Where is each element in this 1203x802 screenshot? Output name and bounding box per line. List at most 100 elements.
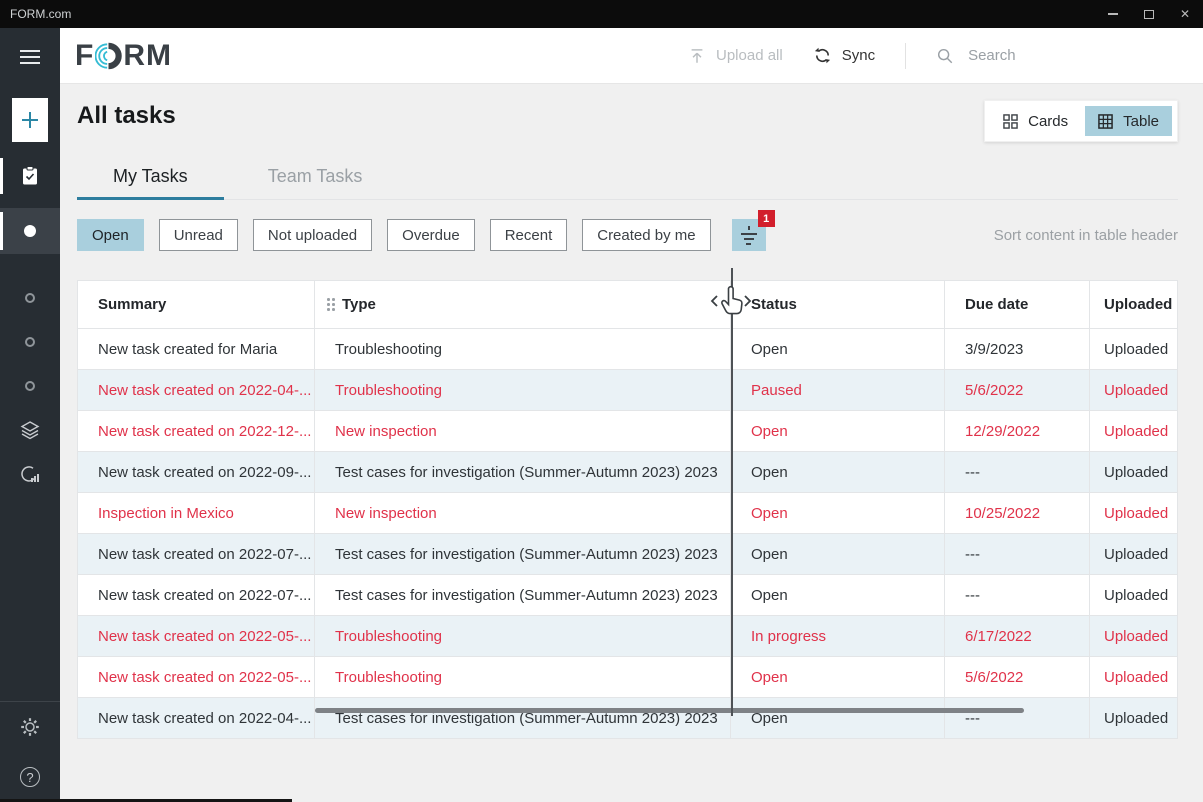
- cell-status: Open: [731, 329, 945, 369]
- active-indicator: [0, 212, 3, 250]
- cell-type: Troubleshooting: [315, 329, 731, 369]
- logo-text-right: RM: [123, 39, 172, 73]
- cell-due-date: 10/25/2022: [945, 493, 1090, 533]
- plus-icon: [20, 110, 40, 130]
- search-input[interactable]: Search: [936, 47, 1166, 65]
- circle-icon: [25, 293, 35, 303]
- upload-all-label: Upload all: [716, 47, 783, 64]
- cell-status: Open: [731, 411, 945, 451]
- circle-icon: [25, 381, 35, 391]
- sidebar-item-3[interactable]: [0, 364, 60, 408]
- cell-due-date: ---: [945, 698, 1090, 738]
- settings-button[interactable]: [0, 702, 60, 752]
- page-title: All tasks: [77, 102, 176, 130]
- filter-chip-not-uploaded[interactable]: Not uploaded: [253, 219, 372, 251]
- horizontal-scrollbar[interactable]: [315, 708, 1024, 713]
- sidebar-item-layers[interactable]: [0, 408, 60, 452]
- filter-chip-created-by-me[interactable]: Created by me: [582, 219, 710, 251]
- filter-chip-unread[interactable]: Unread: [159, 219, 238, 251]
- cell-due-date: 5/6/2022: [945, 657, 1090, 697]
- table-row[interactable]: New task created on 2022-04-...Test case…: [78, 697, 1177, 738]
- cell-type: New inspection: [315, 493, 731, 533]
- cell-uploaded: Uploaded: [1090, 534, 1177, 574]
- cell-status: Open: [731, 657, 945, 697]
- table-row[interactable]: New task created on 2022-07-...Test case…: [78, 574, 1177, 615]
- table-row[interactable]: New task created on 2022-09-...Test case…: [78, 451, 1177, 492]
- cell-summary: New task created on 2022-04-...: [78, 698, 315, 738]
- filter-chip-overdue[interactable]: Overdue: [387, 219, 475, 251]
- circle-icon: [25, 337, 35, 347]
- table-row[interactable]: New task created on 2022-07-...Test case…: [78, 533, 1177, 574]
- maximize-icon: [1144, 10, 1154, 19]
- cell-type: Test cases for investigation (Summer-Aut…: [315, 534, 731, 574]
- table-label: Table: [1123, 113, 1159, 130]
- cell-summary: New task created for Maria: [78, 329, 315, 369]
- column-header-status[interactable]: Status: [731, 281, 945, 328]
- menu-button[interactable]: [14, 44, 46, 70]
- cell-summary: New task created on 2022-05-...: [78, 616, 315, 656]
- table-row[interactable]: New task created on 2022-05-...Troublesh…: [78, 656, 1177, 697]
- search-icon: [936, 47, 954, 65]
- table-row[interactable]: New task created on 2022-12-...New inspe…: [78, 410, 1177, 451]
- active-indicator: [0, 158, 3, 194]
- cell-type: Troubleshooting: [315, 370, 731, 410]
- filter-chip-open[interactable]: Open: [77, 219, 144, 251]
- help-button[interactable]: ?: [0, 752, 60, 802]
- filter-chip-recent[interactable]: Recent: [490, 219, 568, 251]
- column-header-due-date[interactable]: Due date: [945, 281, 1090, 328]
- column-header-uploaded[interactable]: Uploaded: [1090, 281, 1177, 328]
- add-task-button[interactable]: [12, 98, 48, 142]
- close-button[interactable]: ✕: [1167, 0, 1203, 28]
- cell-type: Test cases for investigation (Summer-Aut…: [315, 698, 731, 738]
- help-icon: ?: [20, 767, 40, 787]
- sidebar: ?: [0, 28, 60, 802]
- view-toggle: Cards Table: [984, 100, 1178, 142]
- table-icon: [1098, 114, 1113, 129]
- main-content: All tasks Cards: [60, 84, 1203, 802]
- sidebar-item-1[interactable]: [0, 276, 60, 320]
- upload-icon: [688, 47, 706, 65]
- column-resize-guide: [731, 268, 733, 716]
- minimize-button[interactable]: [1095, 0, 1131, 28]
- filter-row: Open Unread Not uploaded Overdue Recent Creat…: [77, 219, 1178, 251]
- sync-button[interactable]: Sync: [813, 46, 875, 65]
- table-row[interactable]: Inspection in MexicoNew inspectionOpen10…: [78, 492, 1177, 533]
- gear-icon: [19, 716, 41, 738]
- table-row[interactable]: New task created on 2022-04-...Troublesh…: [78, 369, 1177, 410]
- sidebar-item-current-task[interactable]: [0, 208, 60, 254]
- sidebar-item-2[interactable]: [0, 320, 60, 364]
- table-row[interactable]: New task created for MariaTroubleshootin…: [78, 328, 1177, 369]
- sort-hint: Sort content in table header: [994, 227, 1178, 244]
- window-controls: ✕: [1095, 0, 1203, 28]
- upload-all-button[interactable]: Upload all: [688, 47, 783, 65]
- column-resize-cursor: [708, 284, 754, 320]
- cell-type: Troubleshooting: [315, 616, 731, 656]
- cell-due-date: ---: [945, 575, 1090, 615]
- filter-badge: 1: [758, 210, 775, 227]
- header-divider: [905, 43, 906, 69]
- sync-icon: [813, 46, 832, 65]
- cards-view-button[interactable]: Cards: [990, 106, 1081, 136]
- cell-status: Open: [731, 452, 945, 492]
- tab-team-tasks[interactable]: Team Tasks: [232, 164, 399, 200]
- drag-handle-icon[interactable]: [327, 298, 335, 311]
- cell-type: Test cases for investigation (Summer-Aut…: [315, 575, 731, 615]
- cell-status: Open: [731, 575, 945, 615]
- form-logo: F RM: [75, 39, 172, 73]
- maximize-button[interactable]: [1131, 0, 1167, 28]
- cell-summary: New task created on 2022-09-...: [78, 452, 315, 492]
- table-view-button[interactable]: Table: [1085, 106, 1172, 136]
- tab-my-tasks[interactable]: My Tasks: [77, 164, 224, 200]
- cell-status: Open: [731, 534, 945, 574]
- sidebar-item-reports[interactable]: [0, 452, 60, 496]
- column-header-summary[interactable]: Summary: [78, 281, 315, 328]
- logo-text-left: F: [75, 39, 94, 73]
- column-header-type[interactable]: Type: [315, 281, 731, 328]
- app-header: F RM Upload all: [60, 28, 1203, 84]
- table-row[interactable]: New task created on 2022-05-...Troublesh…: [78, 615, 1177, 656]
- sidebar-item-tasks[interactable]: [0, 154, 60, 198]
- cell-type: New inspection: [315, 411, 731, 451]
- filter-chips: Open Unread Not uploaded Overdue Recent Creat…: [77, 219, 726, 251]
- filter-button[interactable]: 1: [732, 219, 766, 251]
- cell-uploaded: Uploaded: [1090, 370, 1177, 410]
